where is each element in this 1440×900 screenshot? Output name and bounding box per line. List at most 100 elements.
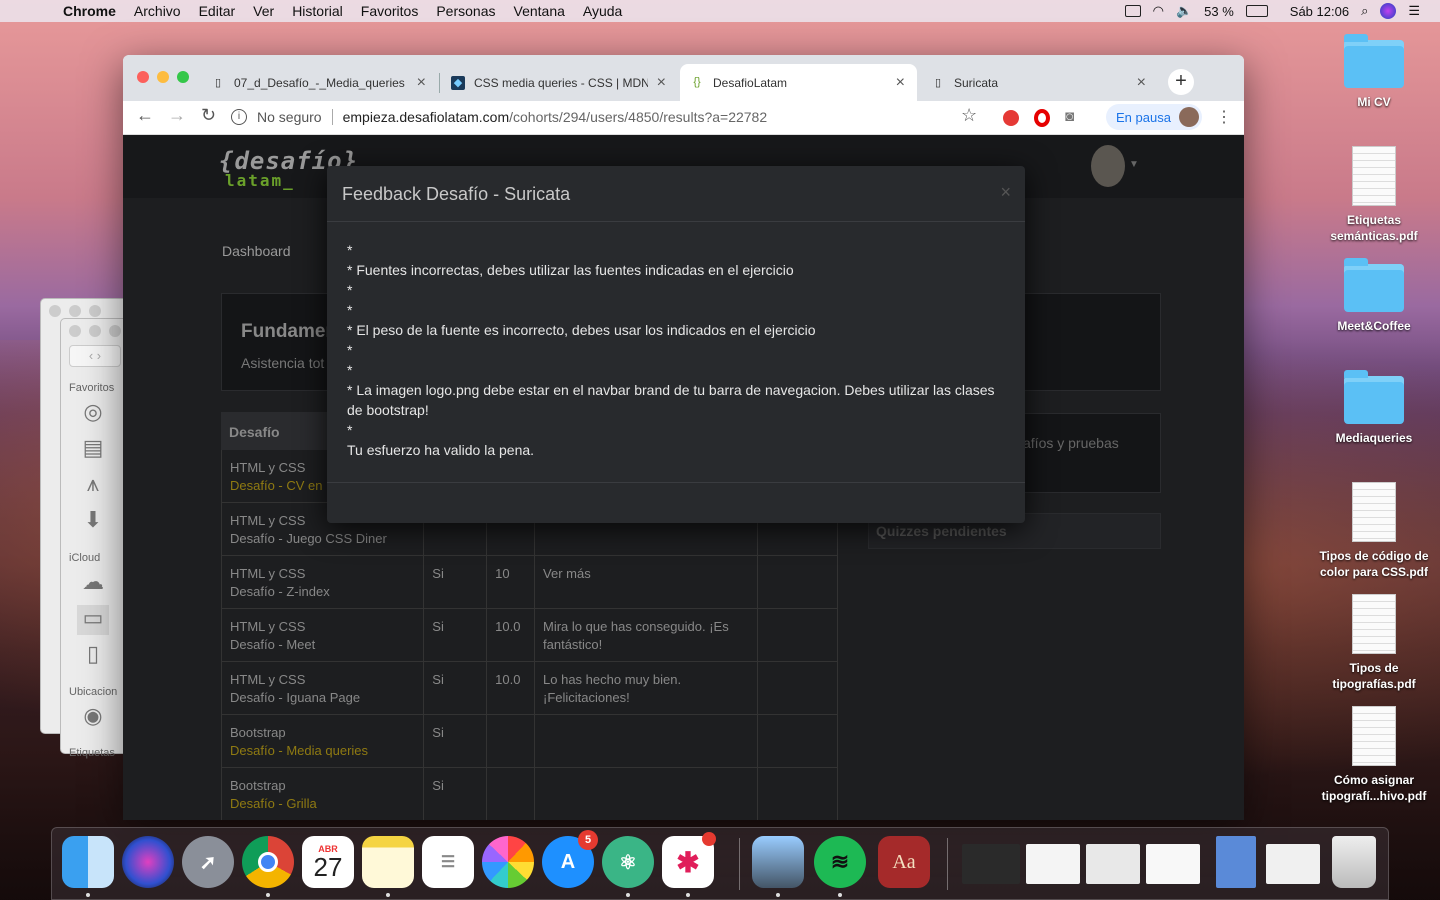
atom-icon[interactable]: ⚛ [602, 836, 654, 897]
challenge-link[interactable]: Desafío - Grilla [230, 795, 415, 813]
score-cell: 10 [487, 556, 536, 608]
siri-icon[interactable] [122, 836, 174, 888]
menu-archivo[interactable]: Archivo [125, 3, 190, 19]
close-tab-icon[interactable]: × [896, 74, 905, 92]
desktop-folder-meet-coffee[interactable]: Meet&Coffee [1314, 258, 1434, 334]
menu-editar[interactable]: Editar [190, 3, 245, 19]
notification-center-icon[interactable]: ☰ [1408, 3, 1420, 19]
dock: ➚ ABR 27 ☰ A5 ⚛ ✱ ≋ Aa [51, 827, 1389, 900]
desktop-icon-label: Mi CV [1357, 95, 1391, 109]
desktop-folder-mi-cv[interactable]: Mi CV [1314, 34, 1434, 110]
desktop-file-como-asignar[interactable]: Cómo asignar tipografí...hivo.pdf [1314, 706, 1434, 804]
tab-media-queries[interactable]: ▯ 07_d_Desafío_-_Media_queries × [201, 64, 438, 101]
done-cell: Si [424, 609, 488, 661]
info-icon[interactable]: i [231, 109, 247, 125]
tab-mdn[interactable]: ◆ CSS media queries - CSS | MDN × [441, 64, 678, 101]
spotlight-icon[interactable]: ⌕ [1361, 3, 1368, 19]
pdf-icon [1352, 146, 1396, 206]
recents-icon[interactable]: ▤ [77, 435, 109, 465]
disc-icon[interactable]: ◉ [77, 703, 109, 733]
calendar-icon[interactable]: ABR 27 [302, 836, 354, 888]
reload-icon[interactable]: ↻ [201, 105, 216, 126]
minimized-window-thumbnail[interactable] [962, 844, 1020, 884]
menu-ventana[interactable]: Ventana [505, 3, 574, 19]
score-cell [487, 715, 536, 767]
folder-icon [1344, 370, 1404, 424]
address-bar[interactable]: i No seguro empieza.desafiolatam.com/coh… [231, 103, 987, 131]
menu-favoritos[interactable]: Favoritos [352, 3, 428, 19]
slack-icon[interactable]: ✱ [662, 832, 716, 897]
minimized-window-thumbnail[interactable] [1216, 836, 1256, 888]
camera-icon[interactable]: ◙ [1065, 108, 1074, 125]
close-window-button[interactable] [137, 71, 149, 83]
menu-ayuda[interactable]: Ayuda [574, 3, 631, 19]
nav-dashboard[interactable]: Dashboard [222, 243, 291, 259]
launchpad-icon[interactable]: ➚ [182, 836, 234, 888]
minimized-window-thumbnail[interactable] [1266, 844, 1320, 884]
back-forward-buttons[interactable]: ‹ › [69, 345, 121, 367]
bookmark-star-icon[interactable]: ☆ [961, 105, 977, 126]
icloud-icon[interactable]: ☁ [77, 569, 109, 599]
challenge-link[interactable]: Desafío - Media queries [230, 742, 415, 760]
opera-icon[interactable] [1034, 109, 1050, 127]
new-tab-button[interactable]: + [1168, 69, 1194, 95]
minimized-window-thumbnail[interactable] [1086, 844, 1140, 884]
minimized-window-thumbnail[interactable] [1026, 844, 1080, 884]
desktop-file-tipos-color[interactable]: Tipos de código de color para CSS.pdf [1314, 482, 1434, 580]
zoom-window-button[interactable] [177, 71, 189, 83]
quizzes-heading: Quizzes pendientes [876, 523, 1007, 539]
photos-icon[interactable] [482, 836, 534, 888]
trash-icon[interactable] [1332, 836, 1376, 888]
menu-personas[interactable]: Personas [427, 3, 504, 19]
menu-historial[interactable]: Historial [283, 3, 352, 19]
minimized-window-thumbnail[interactable] [1146, 844, 1200, 884]
tab-desafiolatam[interactable]: {} DesafioLatam × [680, 64, 917, 101]
extension-red-icon[interactable] [1003, 110, 1019, 126]
spotify-icon[interactable]: ≋ [814, 836, 866, 897]
battery-percent: 53 % [1204, 3, 1234, 19]
applications-icon[interactable]: ⩚ [77, 471, 109, 501]
wifi-icon[interactable]: ◠ [1153, 3, 1164, 19]
documents-icon[interactable]: ▯ [77, 641, 109, 671]
tab-suricata[interactable]: ▯ Suricata × [921, 64, 1158, 101]
siri-icon[interactable] [1380, 3, 1397, 19]
app-store-icon[interactable]: A5 [542, 830, 598, 888]
see-more-link[interactable]: Ver más [535, 556, 759, 608]
avatar [1179, 107, 1199, 127]
notes-icon[interactable] [362, 836, 414, 897]
finder-icon[interactable] [62, 836, 114, 897]
preview-icon[interactable] [752, 836, 804, 897]
downloads-icon[interactable]: ⬇ [77, 507, 109, 537]
desktop-file-etiquetas[interactable]: Etiquetas semánticas.pdf [1314, 146, 1434, 244]
close-tab-icon[interactable]: × [657, 74, 666, 92]
close-tab-icon[interactable]: × [417, 74, 426, 92]
profile-button[interactable]: En pausa [1106, 104, 1202, 130]
desktop-file-tipografias[interactable]: Tipos de tipografías.pdf [1314, 594, 1434, 692]
desktop-icon[interactable]: ▭ [77, 605, 109, 635]
chevron-down-icon[interactable]: ▼ [1129, 159, 1139, 170]
close-tab-icon[interactable]: × [1137, 74, 1146, 92]
menu-kebab-icon[interactable]: ⋮ [1216, 107, 1232, 127]
doc-icon: ▯ [934, 76, 942, 89]
reminders-icon[interactable]: ☰ [422, 836, 474, 888]
chrome-icon[interactable] [242, 836, 294, 897]
volume-icon[interactable]: 🔈 [1176, 3, 1192, 19]
desktop-folder-mediaqueries[interactable]: Mediaqueries [1314, 370, 1434, 446]
airdrop-icon[interactable]: ◎ [77, 399, 109, 429]
minimize-window-button[interactable] [157, 71, 169, 83]
menu-app-name[interactable]: Chrome [54, 3, 125, 19]
dictionary-icon[interactable]: Aa [878, 836, 930, 888]
feedback-line: * El peso de la fuente es incorrecto, de… [347, 322, 816, 338]
user-avatar[interactable] [1091, 145, 1125, 187]
battery-icon[interactable] [1245, 5, 1268, 17]
close-icon[interactable]: × [1000, 182, 1011, 203]
forward-icon[interactable]: → [168, 105, 186, 126]
clock[interactable]: Sáb 12:06 [1290, 4, 1349, 19]
menu-ver[interactable]: Ver [244, 3, 283, 19]
back-icon[interactable]: ← [136, 105, 154, 126]
folder-icon [1344, 34, 1404, 88]
challenge-name: Desafío - Iguana Page [230, 690, 361, 705]
airplay-icon[interactable] [1124, 5, 1141, 17]
feedback-line: * [347, 282, 353, 298]
tab-strip: ▯ 07_d_Desafío_-_Media_queries × ◆ CSS m… [123, 55, 1244, 101]
